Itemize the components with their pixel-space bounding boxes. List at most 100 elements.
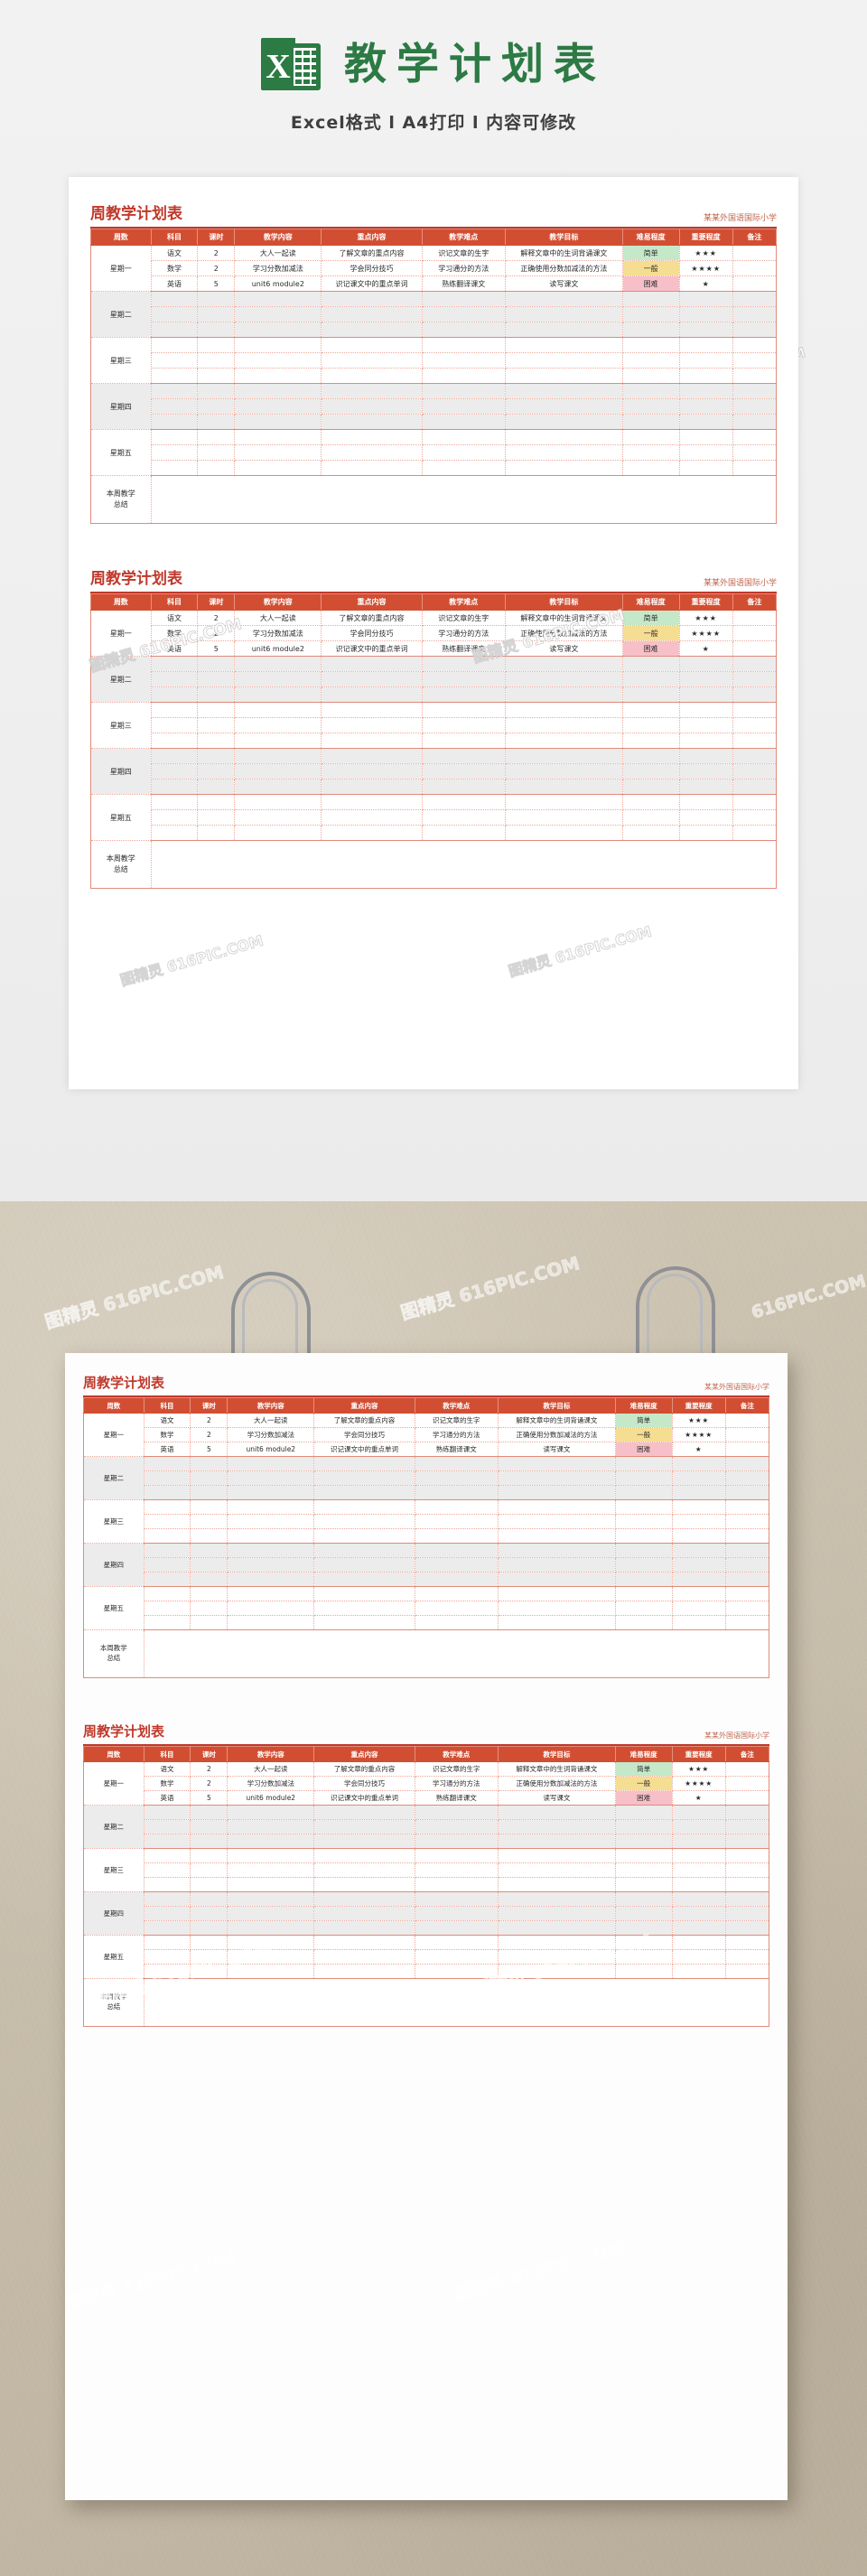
table-row[interactable]: 星期一 语文 2 大人一起读 了解文章的重点内容 识记文章的生字 解释文章中的生词背诵课文简… xyxy=(90,610,778,657)
cell-subject[interactable]: 英语 xyxy=(144,1790,191,1806)
cell-difficulty-badge[interactable] xyxy=(615,1862,673,1878)
table-row[interactable] xyxy=(84,1485,770,1500)
cell-periods[interactable] xyxy=(190,1543,228,1558)
cell-subject[interactable]: 语文 xyxy=(144,1761,191,1777)
cell-difficulties[interactable] xyxy=(422,368,507,384)
cell-key-points[interactable] xyxy=(321,748,423,764)
cell-difficulties[interactable] xyxy=(422,763,507,779)
cell-content[interactable] xyxy=(227,1819,315,1834)
summary-value[interactable] xyxy=(144,1629,770,1678)
cell-difficulties[interactable] xyxy=(422,656,507,672)
cell-key-points[interactable] xyxy=(321,322,423,338)
cell-importance-stars[interactable]: ★★★ xyxy=(672,1413,726,1428)
cell-remark[interactable] xyxy=(725,1862,770,1878)
cell-difficulty-badge[interactable] xyxy=(615,1834,673,1849)
cell-goals[interactable]: 解释文章中的生词背诵课文 xyxy=(498,1413,616,1428)
cell-subject[interactable] xyxy=(151,414,199,430)
cell-periods[interactable] xyxy=(197,429,236,445)
cell-goals[interactable] xyxy=(498,1906,616,1921)
cell-goals[interactable] xyxy=(505,748,623,764)
cell-content[interactable] xyxy=(227,1514,315,1529)
cell-goals[interactable]: 正确使用分数加减法的方法 xyxy=(498,1776,616,1791)
cell-remark[interactable] xyxy=(725,1427,770,1442)
cell-goals[interactable] xyxy=(505,337,623,353)
cell-difficulty-badge[interactable] xyxy=(622,825,680,841)
cell-key-points[interactable] xyxy=(321,717,423,733)
cell-key-points[interactable] xyxy=(313,1572,415,1587)
cell-key-points[interactable] xyxy=(313,1499,415,1515)
cell-subject[interactable] xyxy=(144,1891,191,1907)
cell-importance-stars[interactable] xyxy=(672,1615,726,1630)
cell-importance-stars[interactable] xyxy=(672,1557,726,1573)
cell-periods[interactable] xyxy=(190,1615,228,1630)
cell-key-points[interactable] xyxy=(321,702,423,718)
cell-importance-stars[interactable] xyxy=(672,1906,726,1921)
cell-subject[interactable] xyxy=(144,1834,191,1849)
plan-table[interactable]: 周数 科目 课时 教学内容 重点内容 教学难点 教学目标 难易程度 重要程度 备注 星期一 语文 2 大人… xyxy=(83,1746,770,2027)
cell-difficulty-badge[interactable] xyxy=(622,686,680,703)
cell-content[interactable] xyxy=(234,460,322,476)
cell-importance-stars[interactable] xyxy=(679,322,733,338)
table-row[interactable] xyxy=(84,1920,770,1936)
cell-periods[interactable] xyxy=(197,414,236,430)
cell-goals[interactable] xyxy=(498,1862,616,1878)
cell-difficulties[interactable] xyxy=(422,414,507,430)
cell-goals[interactable] xyxy=(498,1456,616,1471)
cell-subject[interactable] xyxy=(144,1848,191,1863)
cell-content[interactable] xyxy=(234,671,322,687)
cell-remark[interactable] xyxy=(725,1819,770,1834)
cell-subject[interactable] xyxy=(151,825,199,841)
cell-difficulties[interactable] xyxy=(422,444,507,461)
cell-goals[interactable] xyxy=(498,1557,616,1573)
cell-remark[interactable] xyxy=(725,1949,770,1965)
cell-periods[interactable] xyxy=(190,1935,228,1950)
cell-subject[interactable] xyxy=(151,337,199,353)
cell-goals[interactable] xyxy=(498,1848,616,1863)
cell-difficulties[interactable] xyxy=(422,322,507,338)
cell-remark[interactable] xyxy=(732,245,778,261)
cell-importance-stars[interactable]: ★★★★ xyxy=(679,625,733,641)
cell-difficulties[interactable] xyxy=(415,1964,499,1979)
cell-goals[interactable] xyxy=(498,1891,616,1907)
cell-key-points[interactable] xyxy=(321,779,423,795)
cell-periods[interactable] xyxy=(197,702,236,718)
cell-remark[interactable] xyxy=(732,322,778,338)
cell-difficulties[interactable] xyxy=(415,1877,499,1892)
cell-key-points[interactable] xyxy=(321,733,423,749)
cell-periods[interactable] xyxy=(190,1586,228,1601)
cell-goals[interactable]: 读写课文 xyxy=(498,1442,616,1457)
cell-importance-stars[interactable] xyxy=(672,1920,726,1936)
cell-difficulty-badge[interactable] xyxy=(615,1805,673,1820)
cell-periods[interactable] xyxy=(190,1805,228,1820)
cell-difficulties[interactable] xyxy=(422,429,507,445)
cell-difficulties[interactable] xyxy=(415,1935,499,1950)
cell-difficulties[interactable]: 熟练翻译课文 xyxy=(422,640,507,657)
cell-key-points[interactable] xyxy=(313,1543,415,1558)
cell-importance-stars[interactable] xyxy=(672,1891,726,1907)
cell-remark[interactable] xyxy=(732,444,778,461)
cell-difficulties[interactable] xyxy=(415,1557,499,1573)
cell-key-points[interactable] xyxy=(313,1935,415,1950)
table-row[interactable]: 星期三 xyxy=(83,1848,770,1892)
cell-key-points[interactable]: 学会同分技巧 xyxy=(313,1776,415,1791)
cell-importance-stars[interactable]: ★★★ xyxy=(672,1761,726,1777)
cell-subject[interactable] xyxy=(151,306,199,322)
cell-content[interactable]: 大人一起读 xyxy=(227,1413,315,1428)
cell-subject[interactable] xyxy=(151,368,199,384)
table-row[interactable] xyxy=(84,1949,770,1965)
table-row[interactable]: 星期五 xyxy=(83,1935,770,1979)
cell-difficulty-badge[interactable] xyxy=(615,1920,673,1936)
table-row[interactable] xyxy=(84,1528,770,1544)
cell-content[interactable] xyxy=(234,779,322,795)
cell-importance-stars[interactable] xyxy=(679,352,733,369)
cell-periods[interactable] xyxy=(197,825,236,841)
cell-periods[interactable]: 2 xyxy=(190,1427,228,1442)
cell-difficulty-badge[interactable]: 简单 xyxy=(622,610,680,626)
cell-remark[interactable] xyxy=(732,352,778,369)
cell-remark[interactable] xyxy=(725,1906,770,1921)
cell-difficulty-badge[interactable] xyxy=(622,322,680,338)
cell-difficulties[interactable] xyxy=(415,1615,499,1630)
cell-content[interactable] xyxy=(234,306,322,322)
summary-value[interactable] xyxy=(151,840,778,889)
cell-difficulty-badge[interactable] xyxy=(622,352,680,369)
